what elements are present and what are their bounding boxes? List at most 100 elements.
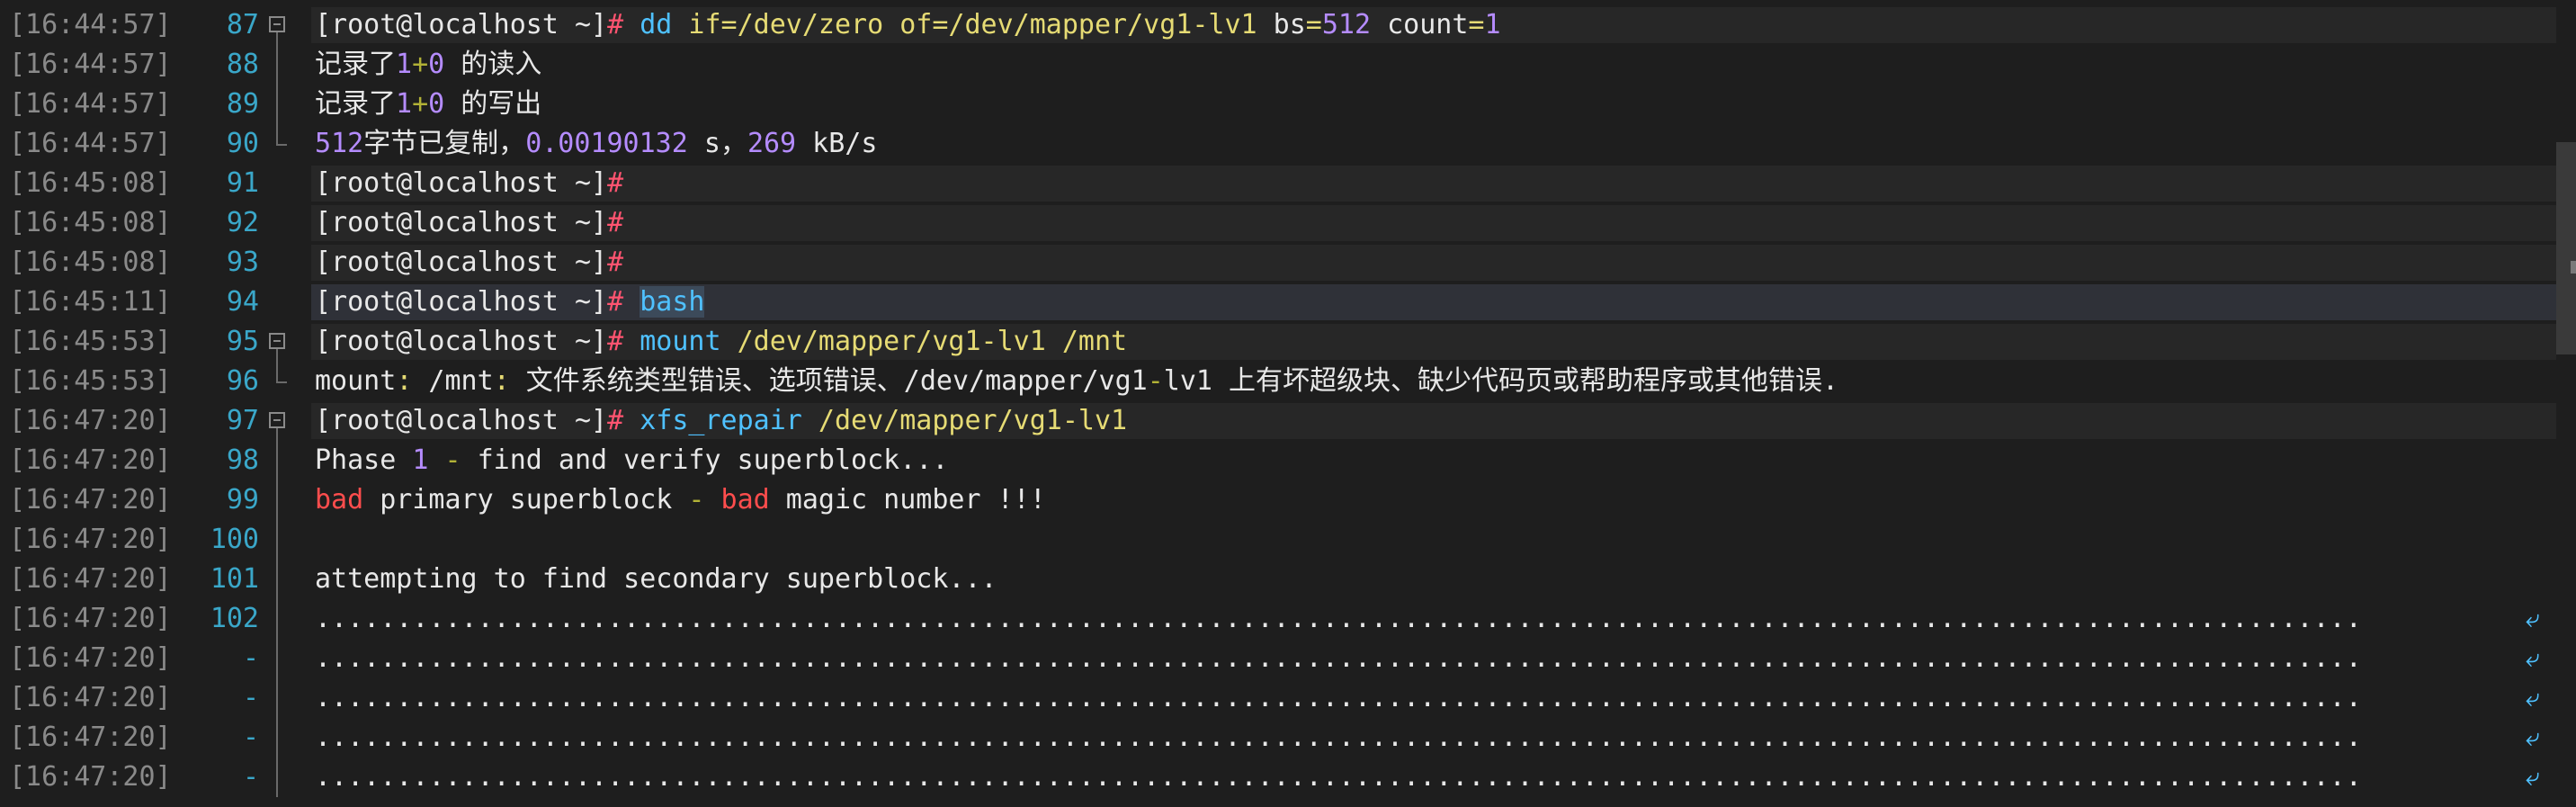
fold-gutter bbox=[268, 441, 290, 480]
line-text[interactable]: 记录了1+0 的读入 bbox=[315, 45, 541, 85]
fold-guide-line bbox=[276, 718, 278, 758]
text-token: # bbox=[607, 247, 624, 278]
line-text[interactable]: [root@localhost ~]# mount /dev/mapper/vg… bbox=[315, 322, 1127, 362]
timestamp: [16:44:57] bbox=[9, 128, 172, 159]
line-text[interactable]: [root@localhost ~]# xfs_repair /dev/mapp… bbox=[315, 401, 1127, 441]
terminal-line[interactable]: [16:44:57] 89 记录了1+0 的写出 bbox=[0, 85, 2576, 124]
fold-gutter bbox=[268, 203, 290, 243]
terminal-line[interactable]: [16:47:20] -.............................… bbox=[0, 639, 2576, 678]
line-highlight bbox=[311, 245, 2556, 281]
line-text[interactable]: [root@localhost ~]# dd if=/dev/zero of=/… bbox=[315, 5, 1501, 45]
text-token: mount bbox=[640, 326, 738, 357]
terminal-line[interactable]: [16:47:20] 100 bbox=[0, 520, 2576, 560]
line-number: 90 bbox=[226, 128, 259, 159]
line-number: 98 bbox=[226, 444, 259, 476]
fold-gutter bbox=[268, 520, 290, 560]
line-text[interactable]: bad primary superblock - bad magic numbe… bbox=[315, 480, 1046, 520]
terminal-line[interactable]: [16:45:08] 93 [root@localhost ~]# bbox=[0, 243, 2576, 282]
wrap-arrow-icon: ⤶ bbox=[2526, 762, 2540, 792]
timestamp: [16:44:57] bbox=[9, 9, 172, 40]
timestamp: [16:45:53] bbox=[9, 365, 172, 397]
timestamp: [16:47:20] bbox=[9, 722, 172, 753]
fold-end-marker bbox=[276, 381, 287, 383]
terminal-line[interactable]: [16:44:57] 88 记录了1+0 的读入 bbox=[0, 45, 2576, 85]
line-text[interactable]: ........................................… bbox=[315, 718, 2362, 758]
line-number: 100 bbox=[210, 524, 259, 555]
line-text[interactable]: ........................................… bbox=[315, 639, 2362, 678]
fold-gutter bbox=[268, 758, 290, 797]
text-token: [root@localhost ~] bbox=[315, 247, 608, 278]
text-token: [root@localhost ~] bbox=[315, 207, 608, 238]
line-highlight bbox=[311, 522, 2556, 558]
fold-collapse-icon[interactable] bbox=[269, 16, 285, 32]
line-text[interactable]: [root@localhost ~]# bbox=[315, 164, 623, 203]
fold-guide-line bbox=[276, 32, 278, 45]
text-token: bs bbox=[1273, 9, 1306, 40]
timestamp: [16:47:20] bbox=[9, 484, 172, 516]
text-token: xfs_repair bbox=[640, 405, 818, 436]
text-token: mount bbox=[315, 365, 397, 397]
fold-gutter bbox=[268, 639, 290, 678]
terminal-line[interactable]: [16:47:20] 98 Phase 1 - find and verify su… bbox=[0, 441, 2576, 480]
line-text[interactable]: Phase 1 - find and verify superblock... bbox=[315, 441, 948, 480]
text-token: # bbox=[607, 167, 624, 199]
line-text[interactable]: [root@localhost ~]# bbox=[315, 243, 623, 282]
terminal-line[interactable]: [16:45:11] 94 [root@localhost ~]# bash bbox=[0, 282, 2576, 322]
text-token: ........................................… bbox=[315, 642, 2362, 674]
text-token: # bbox=[607, 326, 640, 357]
line-text[interactable]: [root@localhost ~]# bbox=[315, 203, 623, 243]
fold-gutter bbox=[268, 480, 290, 520]
text-token: 的读入 bbox=[444, 49, 542, 80]
text-token: bad bbox=[720, 484, 770, 516]
line-number: - bbox=[242, 722, 259, 753]
line-text[interactable]: ........................................… bbox=[315, 758, 2362, 797]
wrap-arrow-icon: ⤶ bbox=[2526, 722, 2540, 752]
terminal-line[interactable]: [16:47:20] 99 bad primary superblock - bad… bbox=[0, 480, 2576, 520]
fold-collapse-icon[interactable] bbox=[269, 333, 285, 349]
text-token: count bbox=[1371, 9, 1469, 40]
wrap-arrow-icon: ⤶ bbox=[2526, 643, 2540, 673]
text-token: magic number !!! bbox=[769, 484, 1046, 516]
line-text[interactable]: 512字节已复制，0.00190132 s，269 kB/s bbox=[315, 124, 877, 164]
line-number: 99 bbox=[226, 484, 259, 516]
line-highlight bbox=[311, 166, 2556, 202]
text-token: Phase bbox=[315, 444, 413, 476]
line-text[interactable]: [root@localhost ~]# bash bbox=[315, 282, 705, 322]
fold-gutter[interactable] bbox=[268, 322, 290, 362]
text-token: find and verify superblock... bbox=[477, 444, 949, 476]
terminal-line[interactable]: [16:45:53] 95 [root@localhost ~]# mount /d… bbox=[0, 322, 2576, 362]
fold-collapse-icon[interactable] bbox=[269, 412, 285, 428]
line-text[interactable]: ........................................… bbox=[315, 678, 2362, 718]
timestamp: [16:47:20] bbox=[9, 682, 172, 713]
text-token: lv1 上有坏超级块、缺少代码页或帮助程序或其他错误. bbox=[1163, 365, 1839, 397]
fold-gutter[interactable] bbox=[268, 5, 290, 45]
line-number: 93 bbox=[226, 247, 259, 278]
terminal-line[interactable]: [16:47:20] 101 attempting to find secondar… bbox=[0, 560, 2576, 599]
terminal-line[interactable]: [16:47:20] 97 [root@localhost ~]# xfs_repa… bbox=[0, 401, 2576, 441]
fold-guide-line bbox=[276, 520, 278, 560]
line-highlight bbox=[311, 86, 2556, 122]
line-text[interactable]: ........................................… bbox=[315, 599, 2362, 639]
terminal-line[interactable]: [16:47:20] -.............................… bbox=[0, 678, 2576, 718]
terminal-line[interactable]: [16:47:20] -.............................… bbox=[0, 758, 2576, 797]
terminal-window[interactable]: [16:44:57] 87 [root@localhost ~]# dd if=/d… bbox=[0, 0, 2576, 807]
line-number: 88 bbox=[226, 49, 259, 80]
fold-gutter[interactable] bbox=[268, 401, 290, 441]
terminal-line[interactable]: [16:44:57] 87 [root@localhost ~]# dd if=/d… bbox=[0, 5, 2576, 45]
terminal-line[interactable]: [16:44:57] 90 512字节已复制，0.00190132 s，269 kB… bbox=[0, 124, 2576, 164]
line-number: - bbox=[242, 761, 259, 793]
text-token: 记录了 bbox=[315, 88, 396, 120]
text-token: [root@localhost ~] bbox=[315, 9, 608, 40]
terminal-line[interactable]: [16:45:53] 96 mount: /mnt: 文件系统类型错误、选项错误、/… bbox=[0, 362, 2576, 401]
terminal-line[interactable]: [16:47:20] -.............................… bbox=[0, 718, 2576, 758]
line-text[interactable]: mount: /mnt: 文件系统类型错误、选项错误、/dev/mapper/v… bbox=[315, 362, 1838, 401]
fold-gutter bbox=[268, 124, 290, 164]
terminal-line[interactable]: [16:45:08] 91 [root@localhost ~]# bbox=[0, 164, 2576, 203]
terminal-line[interactable]: [16:47:20] 102...........................… bbox=[0, 599, 2576, 639]
line-text[interactable]: 记录了1+0 的写出 bbox=[315, 85, 541, 124]
timestamp: [16:47:20] bbox=[9, 444, 172, 476]
line-text[interactable]: attempting to find secondary superblock.… bbox=[315, 560, 997, 599]
text-token: 512 bbox=[1321, 9, 1372, 40]
terminal-line[interactable]: [16:45:08] 92 [root@localhost ~]# bbox=[0, 203, 2576, 243]
